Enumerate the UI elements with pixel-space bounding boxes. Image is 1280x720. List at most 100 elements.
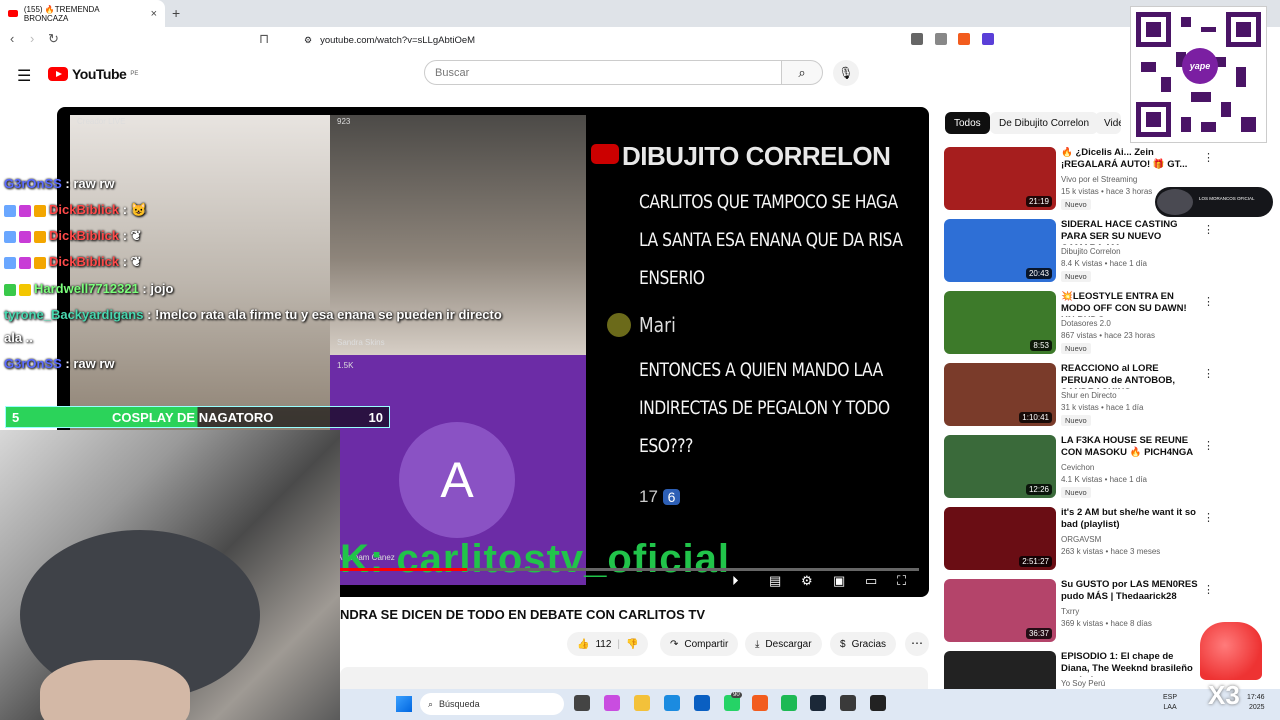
message-likes: 17 6 <box>639 487 681 507</box>
share-icon: ↷ <box>670 638 679 650</box>
file-explorer-icon[interactable] <box>634 695 650 711</box>
chat-message: DickBiblick : ❦ <box>4 254 142 270</box>
video-duration: 8:53 <box>1030 340 1052 351</box>
miniplayer-icon[interactable]: ▣ <box>833 573 845 589</box>
search-icon: ⌕ <box>798 65 806 80</box>
video-thumbnail[interactable]: 36:37 <box>944 579 1056 642</box>
copilot-icon[interactable] <box>604 695 620 711</box>
windows-start-icon[interactable] <box>396 696 412 712</box>
close-tab-icon[interactable]: × <box>151 8 157 20</box>
search-button[interactable]: ⌕ <box>781 60 823 85</box>
recommended-channel[interactable]: ORGAVSM <box>1061 535 1101 544</box>
system-clock[interactable]: 17:46 2025 <box>1247 693 1265 713</box>
subtitles-icon[interactable]: ▤ <box>769 573 781 589</box>
recommended-title[interactable]: it's 2 AM but she/he want it so bad (pla… <box>1061 507 1199 531</box>
share-button[interactable]: ↷ Compartir <box>660 632 739 656</box>
recommended-title[interactable]: LA F3KA HOUSE SE REUNE CON MASOKU 🔥 PICH… <box>1061 435 1199 461</box>
bookmark-icon[interactable]: ⊓ <box>259 31 269 47</box>
chip-videos[interactable]: Vide <box>1095 112 1121 134</box>
cast-icon[interactable] <box>911 33 923 45</box>
more-options-icon[interactable]: ⋮ <box>1203 583 1214 596</box>
edge-icon[interactable] <box>664 695 680 711</box>
more-options-icon[interactable]: ⋮ <box>1203 439 1214 452</box>
taskbar-search[interactable]: ⌕ Búsqueda <box>420 693 564 715</box>
reply-message-line: INDIRECTAS DE PEGALON Y TODO <box>639 397 890 419</box>
like-dislike-group[interactable]: 👍 112 | 👎 <box>567 632 649 656</box>
chat-badge-icon <box>19 204 31 217</box>
promo-banner-text: K: carlitostv_oficial <box>340 537 731 581</box>
like-badge: 6 <box>662 489 681 505</box>
recommended-channel[interactable]: Vivo por el Streaming <box>1061 175 1137 184</box>
recommended-title[interactable]: 💥LEOSTYLE ENTRA EN MODO OFF CON SU DAWN!… <box>1061 291 1199 317</box>
progress-bar[interactable] <box>339 568 919 571</box>
language-indicator[interactable]: ESP LAA <box>1163 693 1177 713</box>
recommended-channel[interactable]: Shur en Directo <box>1061 391 1117 400</box>
recommended-meta: 4.1 K vistas • hace 1 día <box>1061 475 1147 484</box>
task-view-icon[interactable] <box>574 695 590 711</box>
recommended-video[interactable]: 12:26 LA F3KA HOUSE SE REUNE CON MASOKU 🔥… <box>944 435 1214 501</box>
recommended-title[interactable]: Su GUSTO por LAS MEN0RES pudo MÁS | Thed… <box>1061 579 1199 603</box>
theater-mode-icon[interactable]: ▭ <box>865 573 877 589</box>
back-icon[interactable]: ‹ <box>10 31 14 46</box>
channel-avatar <box>1157 189 1193 215</box>
video-thumbnail[interactable]: 1:10:41 <box>944 363 1056 426</box>
new-tab-button[interactable]: + <box>172 5 180 21</box>
brave-icon[interactable] <box>752 695 768 711</box>
like-icon[interactable]: 👍 <box>577 639 589 650</box>
obs-icon[interactable] <box>840 695 856 711</box>
recommended-channel[interactable]: Txrry <box>1061 607 1079 616</box>
recommended-channel[interactable]: Yo Soy Perú <box>1061 679 1105 688</box>
more-options-icon[interactable]: ⋮ <box>1203 151 1214 164</box>
search-input[interactable]: Buscar <box>424 60 782 85</box>
more-options-icon[interactable]: ⋮ <box>1203 367 1214 380</box>
reload-icon[interactable]: ↻ <box>48 31 59 47</box>
video-thumbnail[interactable]: 12:26 <box>944 435 1056 498</box>
video-duration: 12:26 <box>1025 484 1052 495</box>
recommended-video[interactable]: 36:37 Su GUSTO por LAS MEN0RES pudo MÁS |… <box>944 579 1214 645</box>
like-count: 112 <box>595 638 612 650</box>
recommended-channel[interactable]: Cevichon <box>1061 463 1094 472</box>
share-icon[interactable] <box>935 33 947 45</box>
url-field[interactable]: ⚙ youtube.com/watch?v=sLLgAbtiOeM <box>288 31 1004 49</box>
download-button[interactable]: ⤓ Descargar <box>745 632 822 656</box>
steam-icon[interactable] <box>810 695 826 711</box>
brave-rewards-icon[interactable] <box>982 33 994 45</box>
more-options-icon[interactable]: ⋮ <box>1203 511 1214 524</box>
more-actions-button[interactable]: ⋯ <box>905 632 929 656</box>
fullscreen-icon[interactable]: ⛶ <box>897 573 906 589</box>
video-thumbnail[interactable]: 8:53 <box>944 291 1056 354</box>
recommended-channel[interactable]: Dibujito Correlon <box>1061 247 1121 256</box>
more-options-icon[interactable]: ⋮ <box>1203 223 1214 236</box>
recommended-video[interactable]: 2:51:27 it's 2 AM but she/he want it so b… <box>944 507 1214 573</box>
autoplay-toggle-icon[interactable]: ⏵ <box>732 573 739 589</box>
settings-gear-icon[interactable]: ⚙ <box>801 573 813 589</box>
video-thumbnail[interactable]: 21:19 <box>944 147 1056 210</box>
chip-all[interactable]: Todos <box>945 112 990 134</box>
recommended-video[interactable]: 20:43 SIDERAL HACE CASTING PARA SER SU NU… <box>944 219 1214 285</box>
video-thumbnail[interactable]: 20:43 <box>944 219 1056 282</box>
spotify-icon[interactable] <box>781 695 797 711</box>
hamburger-menu-icon[interactable]: ☰ <box>17 66 31 86</box>
browser-tab[interactable]: (155) 🔥TREMENDA BRONCAZA × <box>0 0 165 27</box>
thanks-button[interactable]: $ Gracias <box>830 632 897 656</box>
recommended-channel[interactable]: Dotasores 2.0 <box>1061 319 1111 328</box>
recommended-title[interactable]: REACCIONO al LORE PERUANO de ANTOBOB, SA… <box>1061 363 1199 389</box>
dislike-icon[interactable]: 👎 <box>626 639 638 650</box>
youtube-logo[interactable]: YouTube PE <box>48 66 138 82</box>
video-thumbnail[interactable]: 2:51:27 <box>944 507 1056 570</box>
store-icon[interactable] <box>694 695 710 711</box>
site-info-icon[interactable]: ⚙ <box>304 35 312 46</box>
chip-channel[interactable]: De Dibujito Correlon <box>990 112 1099 134</box>
chat-highlight-panel: DIBUJITO CORRELON CARLITOS QUE TAMPOCO S… <box>586 115 929 585</box>
voice-search-button[interactable]: 🎙 <box>833 60 859 86</box>
recommended-title[interactable]: SIDERAL HACE CASTING PARA SER SU NUEVO C… <box>1061 219 1199 245</box>
recommended-title[interactable]: 🔥 ¿Dicelis Ai... Zein ¡REGALARÁ AUTO! 🎁 … <box>1061 147 1199 171</box>
recommended-video[interactable]: 8:53 💥LEOSTYLE ENTRA EN MODO OFF CON SU D… <box>944 291 1214 357</box>
recommended-title[interactable]: EPISODIO 1: El chape de Diana, The Weekn… <box>1061 651 1199 677</box>
forward-icon[interactable]: › <box>30 31 34 46</box>
video-duration: 21:19 <box>1025 196 1052 207</box>
brave-shield-icon[interactable] <box>958 33 970 45</box>
recommended-video[interactable]: 1:10:41 REACCIONO al LORE PERUANO de ANTO… <box>944 363 1214 429</box>
app-icon[interactable] <box>870 695 886 711</box>
more-options-icon[interactable]: ⋮ <box>1203 295 1214 308</box>
